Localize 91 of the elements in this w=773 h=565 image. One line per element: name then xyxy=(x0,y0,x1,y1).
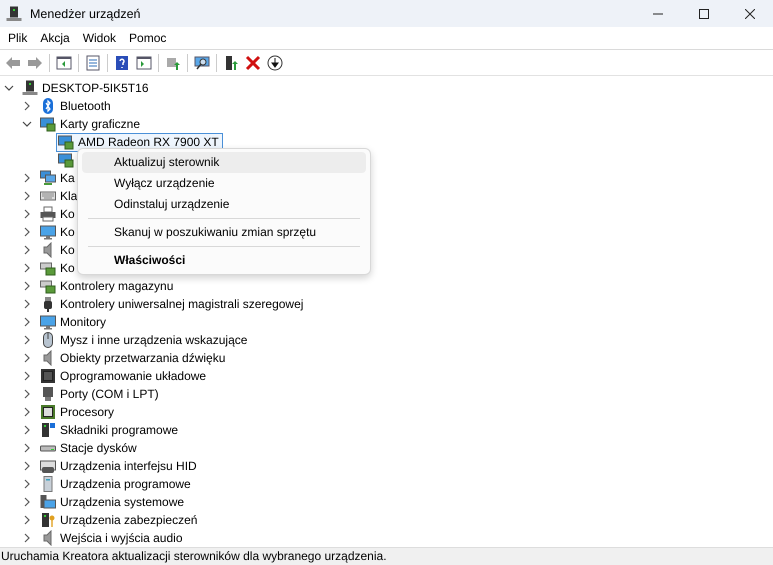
expand-chevron-icon[interactable] xyxy=(22,425,32,435)
tree-item[interactable]: Karty graficzne xyxy=(38,114,144,134)
tree-item[interactable]: Porty (COM i LPT) xyxy=(38,384,163,404)
expand-chevron-icon[interactable] xyxy=(22,479,32,489)
expand-chevron-icon[interactable] xyxy=(22,533,32,543)
tree-item[interactable]: Obiekty przetwarzania dźwięku xyxy=(38,348,230,368)
tree-item[interactable]: Ko xyxy=(38,222,79,242)
display-adapter-icon xyxy=(58,134,74,150)
properties-icon xyxy=(85,54,101,71)
tree-item[interactable]: Stacje dysków xyxy=(38,438,141,458)
display-adapter-icon xyxy=(58,152,74,168)
port-icon xyxy=(40,386,56,402)
computer-icon xyxy=(22,80,38,96)
controller-icon xyxy=(40,278,56,294)
download-icon xyxy=(267,54,283,71)
forward-arrow-icon xyxy=(27,54,43,71)
menu-item[interactable]: Aktualizuj sterownik xyxy=(82,152,366,173)
window-title: Menedżer urządzeń xyxy=(30,6,140,20)
magnifier-monitor-icon xyxy=(194,54,210,71)
menu-item[interactable]: Widok xyxy=(76,31,122,46)
expand-chevron-icon[interactable] xyxy=(22,317,32,327)
status-bar: Uruchamia Kreatora aktualizacji sterowników dla wybranego urządzenia. xyxy=(0,547,773,565)
menu-item[interactable]: Odinstaluj urządzenie xyxy=(82,194,366,215)
tree-item[interactable]: Urządzenia programowe xyxy=(38,474,195,494)
tree-item[interactable]: Kontrolery uniwersalnej magistrali szeregowej xyxy=(38,294,308,314)
chip-icon xyxy=(40,404,56,420)
pane-icon xyxy=(136,54,152,71)
keyboard-controller-icon xyxy=(40,458,56,474)
expand-chevron-icon[interactable] xyxy=(22,443,32,453)
controller-icon xyxy=(40,260,56,276)
expand-chevron-icon[interactable] xyxy=(22,461,32,471)
expand-chevron-icon[interactable] xyxy=(22,299,32,309)
expand-chevron-icon[interactable] xyxy=(22,227,32,237)
monitor-icon xyxy=(40,224,56,240)
tree-item[interactable]: Ko xyxy=(38,240,79,260)
printer-icon xyxy=(40,206,56,222)
menu-item[interactable]: Właściwości xyxy=(82,250,366,271)
tree-item[interactable]: Procesory xyxy=(38,402,118,422)
monitor-icon xyxy=(40,314,56,330)
system-device-icon xyxy=(40,494,56,510)
expand-chevron-icon[interactable] xyxy=(22,245,32,255)
tree-item[interactable]: Urządzenia systemowe xyxy=(38,492,188,512)
update-icon xyxy=(223,54,239,71)
pane-icon xyxy=(56,54,72,71)
expand-chevron-icon[interactable] xyxy=(22,263,32,273)
expand-chevron-icon[interactable] xyxy=(22,173,32,183)
tree-item[interactable]: Ka xyxy=(38,168,79,188)
menu-item[interactable]: Wyłącz urządzenie xyxy=(82,173,366,194)
expand-chevron-icon[interactable] xyxy=(22,335,32,345)
app-icon xyxy=(6,6,22,22)
expand-chevron-icon[interactable] xyxy=(22,101,32,111)
bluetooth-icon xyxy=(40,98,56,114)
expand-chevron-icon[interactable] xyxy=(22,515,32,525)
tree-item[interactable]: Wejścia i wyjścia audio xyxy=(38,528,186,548)
tree-item[interactable]: Kla xyxy=(38,186,82,206)
tree-item[interactable]: Oprogramowanie układowe xyxy=(38,366,210,386)
mouse-icon xyxy=(40,332,56,348)
expand-chevron-icon[interactable] xyxy=(22,371,32,381)
tree-item[interactable]: Ko xyxy=(38,258,79,278)
expand-chevron-icon[interactable] xyxy=(22,281,32,291)
tree-item[interactable]: Monitory xyxy=(38,312,110,332)
help-icon xyxy=(114,54,130,71)
menu-item[interactable]: Akcja xyxy=(34,31,76,46)
collapse-chevron-icon[interactable] xyxy=(4,83,14,93)
display-adapter-icon xyxy=(40,116,56,132)
maximize-icon xyxy=(699,8,709,18)
tree-item[interactable]: Składniki programowe xyxy=(38,420,182,440)
menu-item[interactable]: Pomoc xyxy=(123,31,172,46)
remove-icon xyxy=(245,54,261,71)
back-arrow-icon xyxy=(5,54,21,71)
expand-chevron-icon[interactable] xyxy=(22,191,32,201)
expand-chevron-icon[interactable] xyxy=(22,389,32,399)
expand-chevron-icon[interactable] xyxy=(22,209,32,219)
tree-item[interactable]: Urządzenia interfejsu HID xyxy=(38,456,201,476)
tree-item[interactable]: Bluetooth xyxy=(38,96,115,116)
device-tower-icon xyxy=(40,512,56,528)
expand-chevron-icon[interactable] xyxy=(22,407,32,417)
collapse-chevron-icon[interactable] xyxy=(22,119,32,129)
tree-item[interactable]: Kontrolery magazynu xyxy=(38,276,178,296)
menu-item[interactable]: Skanuj w poszukiwaniu zmian sprzętu xyxy=(82,222,366,243)
tree-item[interactable]: Urządzenia zabezpieczeń xyxy=(38,510,202,530)
menu-item[interactable]: Plik xyxy=(2,31,34,46)
device-tower-icon xyxy=(40,422,56,438)
chip-icon xyxy=(40,368,56,384)
close-icon xyxy=(745,8,755,18)
tree-item[interactable]: Mysz i inne urządzenia wskazujące xyxy=(38,330,252,350)
tree-item[interactable]: Ko xyxy=(38,204,79,224)
expand-chevron-icon[interactable] xyxy=(22,353,32,363)
tree-item[interactable]: DESKTOP-5IK5T16 xyxy=(20,78,152,98)
network-icon xyxy=(40,170,56,186)
expand-chevron-icon[interactable] xyxy=(22,497,32,507)
